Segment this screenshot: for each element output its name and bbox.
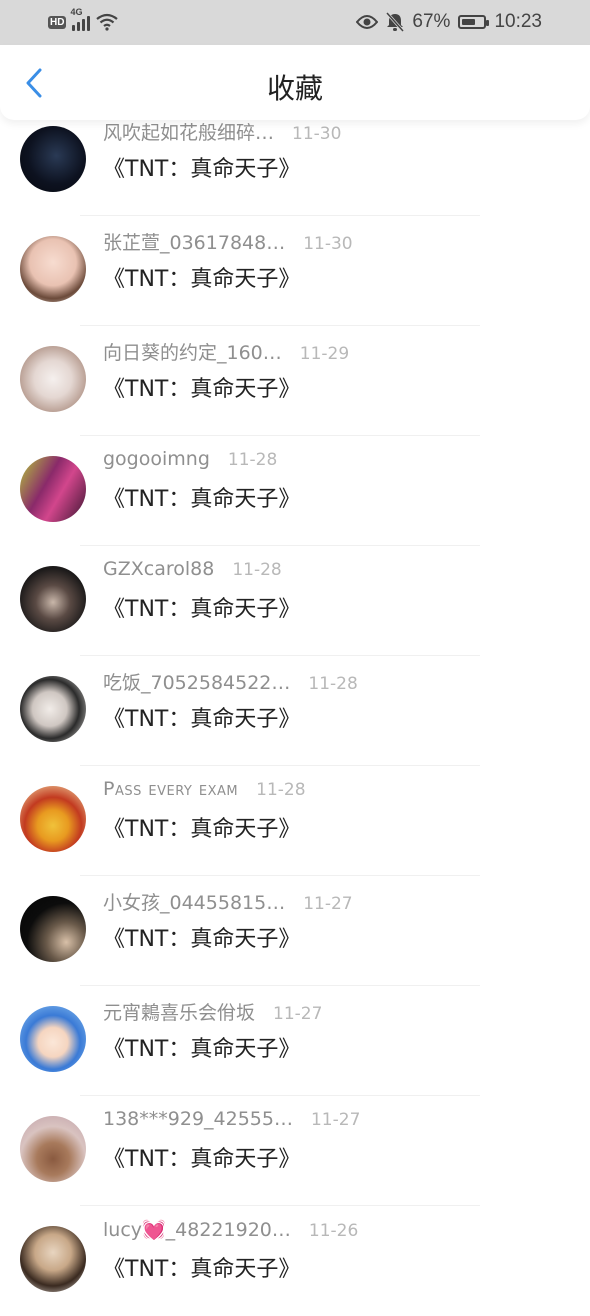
item-date: 11-27 — [273, 1004, 323, 1024]
item-date: 11-30 — [292, 124, 342, 144]
item-date: 11-26 — [308, 1221, 359, 1241]
item-date: 11-30 — [303, 234, 353, 254]
list-item[interactable]: 风吹起如花般细碎… 11-30 《TNT：真命天子》 — [0, 106, 590, 216]
item-title[interactable]: 《TNT：真命天子》 — [103, 701, 300, 733]
item-date: 11-28 — [256, 780, 306, 800]
list-item[interactable]: 吃饭_7052584522… 11-28 《TNT：真命天子》 — [0, 656, 590, 766]
avatar — [20, 786, 86, 852]
avatar — [20, 456, 86, 522]
avatar — [20, 1116, 86, 1182]
item-title[interactable]: 《TNT：真命天子》 — [103, 151, 300, 183]
battery-icon — [458, 15, 490, 29]
battery-percent: 67% — [412, 11, 451, 32]
item-title[interactable]: 《TNT：真命天子》 — [103, 261, 300, 293]
item-username: 吃饭_7052584522… — [103, 672, 291, 694]
item-date: 11-27 — [303, 894, 353, 914]
item-date: 11-29 — [299, 344, 350, 364]
avatar — [20, 346, 86, 412]
item-username: 138***929_42555… — [103, 1108, 293, 1130]
list-item[interactable]: GZXcarol88 11-28 《TNT：真命天子》 — [0, 546, 590, 656]
avatar — [20, 1006, 86, 1072]
list-item[interactable]: 元宵鶫喜乐会佾坂 11-27 《TNT：真命天子》 — [0, 986, 590, 1096]
avatar — [20, 566, 86, 632]
item-username: 小女孩_04455815… — [103, 892, 286, 914]
item-title[interactable]: 《TNT：真命天子》 — [103, 371, 300, 403]
avatar — [20, 236, 86, 302]
item-date: 11-28 — [227, 450, 278, 470]
list-item[interactable]: lucy💓_48221920… 11-26 《TNT：真命天子》 — [0, 1206, 590, 1316]
battery-level — [462, 19, 476, 25]
item-date: 11-28 — [232, 560, 282, 580]
status-bar: HD 4G 67% 10:23 — [0, 0, 590, 45]
item-username: 风吹起如花般细碎… — [103, 122, 275, 144]
status-right: 67% 10:23 — [356, 10, 542, 34]
list-item[interactable]: gogooimng 11-28 《TNT：真命天子》 — [0, 436, 590, 546]
nav-bar: 收藏 — [0, 45, 590, 120]
item-username: gogooimng — [103, 448, 210, 470]
avatar — [20, 896, 86, 962]
clock: 10:23 — [494, 11, 542, 32]
item-title[interactable]: 《TNT：真命天子》 — [103, 811, 300, 843]
eye-icon — [356, 15, 379, 29]
avatar — [20, 126, 86, 192]
item-username: lucy💓_48221920… — [103, 1219, 291, 1241]
list-item[interactable]: 138***929_42555… 11-27 《TNT：真命天子》 — [0, 1096, 590, 1206]
page-title: 收藏 — [266, 72, 323, 105]
item-username: 向日葵的约定_160… — [103, 342, 282, 364]
network-label: 4G — [70, 7, 83, 17]
list-item[interactable]: Pass every exam 11-28 《TNT：真命天子》 — [0, 766, 590, 876]
item-date: 11-28 — [308, 674, 358, 694]
list-item[interactable]: 张芷萱_03617848… 11-30 《TNT：真命天子》 — [0, 216, 590, 326]
item-title[interactable]: 《TNT：真命天子》 — [103, 1251, 300, 1283]
item-title[interactable]: 《TNT：真命天子》 — [103, 921, 300, 953]
item-title[interactable]: 《TNT：真命天子》 — [103, 481, 300, 513]
mute-bell-icon — [386, 12, 405, 32]
item-username: GZXcarol88 — [103, 558, 215, 580]
status-left: HD 4G — [48, 7, 119, 34]
item-username: 张芷萱_03617848… — [103, 232, 286, 254]
item-title[interactable]: 《TNT：真命天子》 — [103, 1031, 300, 1063]
item-username: Pass every exam — [103, 778, 239, 800]
hd-icon: HD — [48, 15, 67, 29]
item-title[interactable]: 《TNT：真命天子》 — [103, 1141, 300, 1173]
list-item[interactable]: 向日葵的约定_160… 11-29 《TNT：真命天子》 — [0, 326, 590, 436]
item-date: 11-27 — [310, 1110, 361, 1130]
signal-icon: 4G — [70, 7, 91, 31]
wifi-icon — [96, 13, 119, 31]
avatar — [20, 1226, 86, 1292]
item-title[interactable]: 《TNT：真命天子》 — [103, 591, 300, 623]
avatar — [20, 676, 86, 742]
item-username: 元宵鶫喜乐会佾坂 — [103, 1002, 256, 1024]
list-item[interactable]: 小女孩_04455815… 11-27 《TNT：真命天子》 — [0, 876, 590, 986]
